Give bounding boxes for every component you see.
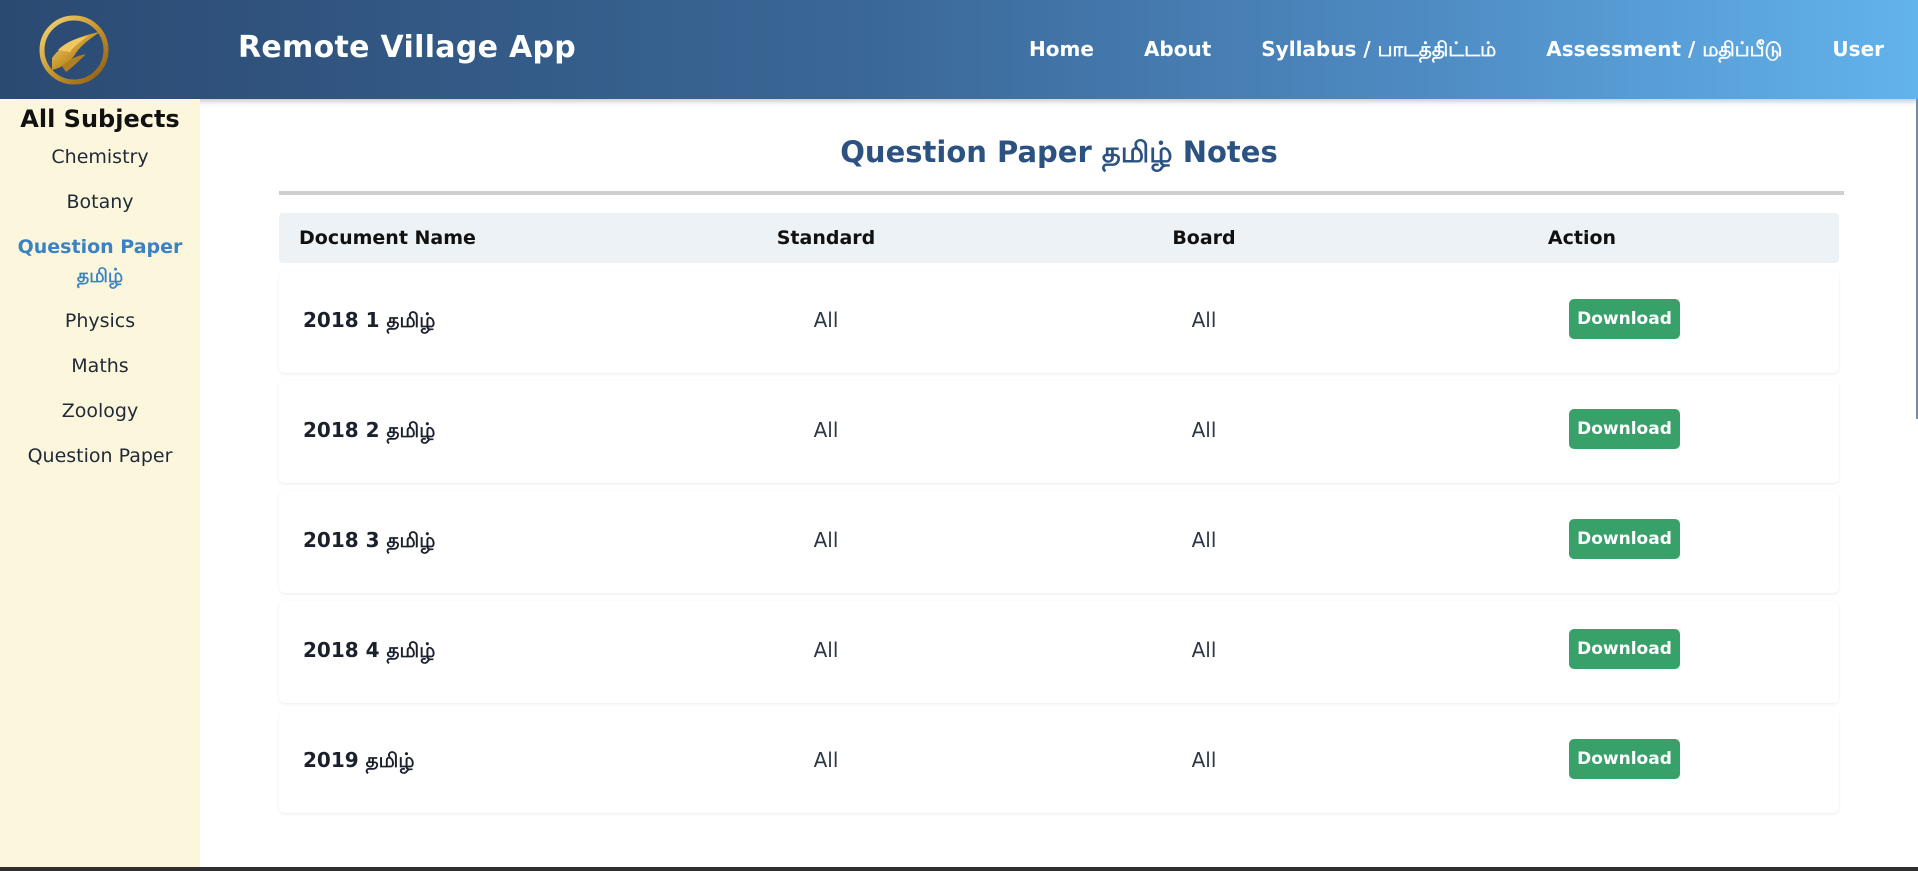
document-standard: All [813, 308, 839, 332]
table-header: Document Name Standard Board Action [279, 213, 1839, 263]
subject-list: Chemistry Botany Question Paper தமிழ் Ph… [0, 143, 200, 471]
document-board: All [1191, 528, 1217, 552]
table-row: 2018 2 தமிழ் All All Download [279, 381, 1839, 483]
document-name: 2018 1 தமிழ் [303, 308, 436, 332]
subjects-sidebar: All Subjects Chemistry Botany Question P… [0, 99, 200, 871]
document-standard: All [813, 418, 839, 442]
table-row: 2019 தமிழ் All All Download [279, 711, 1839, 813]
title-divider [279, 191, 1844, 195]
table-row: 2018 1 தமிழ் All All Download [279, 271, 1839, 373]
download-button[interactable]: Download [1569, 739, 1680, 779]
column-header-standard: Standard [776, 227, 876, 249]
nav-user[interactable]: User [1832, 37, 1884, 64]
app-brand-title[interactable]: Remote Village App [238, 30, 576, 65]
page-title: Question Paper தமிழ் Notes [840, 135, 1278, 169]
nav-syllabus[interactable]: Syllabus / பாடத்திட்டம் [1261, 37, 1496, 64]
download-button[interactable]: Download [1569, 409, 1680, 449]
nav-home[interactable]: Home [1029, 37, 1094, 64]
sidebar-item-maths[interactable]: Maths [0, 352, 200, 381]
document-table-body: 2018 1 தமிழ் All All Download 2018 2 தமி… [279, 271, 1839, 821]
column-header-action: Action [1547, 227, 1617, 249]
window-bottom-border [0, 867, 1918, 871]
sidebar-item-question-paper-tamil[interactable]: Question Paper தமிழ் [0, 233, 200, 291]
sidebar-item-chemistry[interactable]: Chemistry [0, 143, 200, 172]
main-content: Question Paper தமிழ் Notes Document Name… [200, 99, 1918, 871]
download-button[interactable]: Download [1569, 629, 1680, 669]
main-nav: Home About Syllabus / பாடத்திட்டம் Asses… [1029, 37, 1884, 64]
sidebar-item-zoology[interactable]: Zoology [0, 397, 200, 426]
document-name: 2019 தமிழ் [303, 748, 415, 772]
top-navbar: Remote Village App Home About Syllabus /… [0, 0, 1918, 99]
sidebar-item-question-paper[interactable]: Question Paper [0, 442, 200, 471]
document-board: All [1191, 308, 1217, 332]
document-name: 2018 2 தமிழ் [303, 418, 436, 442]
document-standard: All [813, 748, 839, 772]
sidebar-item-physics[interactable]: Physics [0, 307, 200, 336]
document-standard: All [813, 638, 839, 662]
download-button[interactable]: Download [1569, 519, 1680, 559]
document-standard: All [813, 528, 839, 552]
sidebar-title: All Subjects [20, 105, 180, 133]
document-name: 2018 3 தமிழ் [303, 528, 436, 552]
document-board: All [1191, 638, 1217, 662]
sidebar-item-botany[interactable]: Botany [0, 188, 200, 217]
nav-assessment[interactable]: Assessment / மதிப்பீடு [1546, 37, 1782, 64]
document-name: 2018 4 தமிழ் [303, 638, 436, 662]
document-board: All [1191, 748, 1217, 772]
table-row: 2018 4 தமிழ் All All Download [279, 601, 1839, 703]
column-header-board: Board [1172, 227, 1236, 249]
document-board: All [1191, 418, 1217, 442]
download-button[interactable]: Download [1569, 299, 1680, 339]
table-row: 2018 3 தமிழ் All All Download [279, 491, 1839, 593]
nav-about[interactable]: About [1144, 37, 1211, 64]
golden-bird-logo-icon[interactable] [38, 14, 110, 86]
column-header-document-name: Document Name [299, 227, 476, 249]
